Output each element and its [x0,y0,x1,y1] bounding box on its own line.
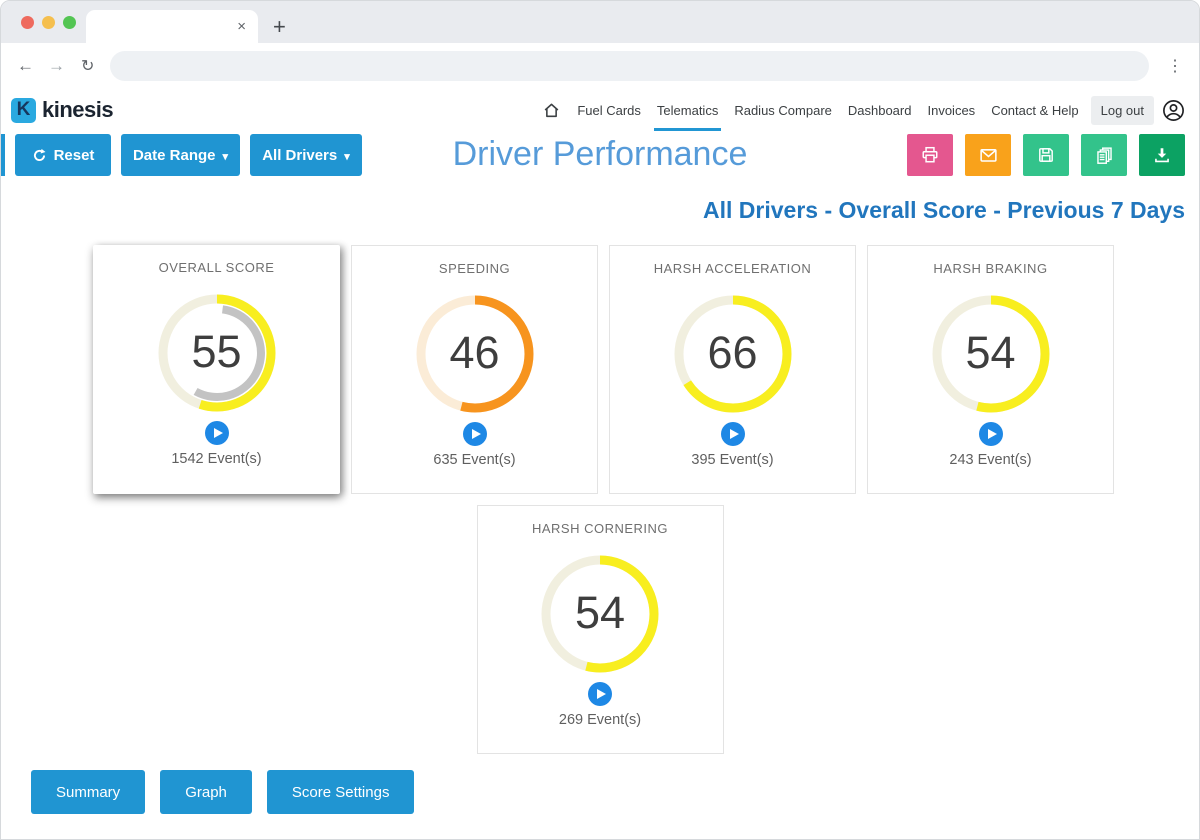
events-count: 1542 Event(s) [93,451,340,467]
new-tab-button[interactable]: + [273,16,286,38]
score-value: 46 [410,327,540,379]
events-count: 635 Event(s) [352,452,597,468]
printer-icon [921,146,939,164]
browser-tab[interactable]: × [86,10,258,43]
play-button[interactable] [721,422,745,446]
kinesis-logo[interactable]: K kinesis [11,97,113,123]
gauge-speeding: 46 [410,289,540,419]
events-count: 395 Event(s) [610,452,855,468]
browser-window: × + ← → ↻ ⋮ K kinesis Fuel Cards Telemat… [0,0,1200,840]
maximize-window-button[interactable] [63,16,76,29]
minimize-window-button[interactable] [42,16,55,29]
copy-button[interactable] [1081,134,1127,176]
score-value: 54 [926,327,1056,379]
back-icon[interactable]: ← [17,56,34,76]
reset-button[interactable]: Reset [15,134,111,176]
site-header: K kinesis Fuel Cards Telematics Radius C… [1,89,1199,131]
card-overall-score[interactable]: OVERALL SCORE 55 1542 Event(s) [93,245,340,494]
all-drivers-label: All Drivers [262,147,337,164]
save-icon [1037,146,1055,164]
card-title: OVERALL SCORE [93,260,340,275]
play-button[interactable] [463,422,487,446]
gauge-harsh-acceleration: 66 [668,289,798,419]
refresh-icon [32,148,47,163]
nav-fuel-cards[interactable]: Fuel Cards [569,89,649,131]
forward-icon[interactable]: → [48,56,65,76]
gauge-harsh-braking: 54 [926,289,1056,419]
card-speeding[interactable]: SPEEDING 46 635 Event(s) [351,245,598,494]
score-settings-button[interactable]: Score Settings [267,770,415,814]
browser-titlebar: × + [1,1,1199,43]
report-subtitle: All Drivers - Overall Score - Previous 7… [1,197,1185,224]
nav-radius-compare[interactable]: Radius Compare [726,89,840,131]
download-icon [1153,146,1171,164]
tab-close-icon[interactable]: × [237,19,246,34]
main-nav: Fuel Cards Telematics Radius Compare Das… [538,89,1199,131]
browser-address-bar-row: ← → ↻ ⋮ [1,43,1199,89]
date-range-label: Date Range [133,147,216,164]
reload-icon[interactable]: ↻ [81,56,94,76]
card-title: HARSH CORNERING [478,521,723,536]
gauge-cards-row-1: OVERALL SCORE 55 1542 Event(s) SPEEDING … [1,245,1199,494]
card-harsh-acceleration[interactable]: HARSH ACCELERATION 66 395 Event(s) [609,245,856,494]
export-actions [907,134,1185,176]
email-button[interactable] [965,134,1011,176]
score-value: 66 [668,327,798,379]
nav-contact-help[interactable]: Contact & Help [983,89,1086,131]
controls-row: Reset Date Range ▾ All Drivers ▾ Driver … [1,131,1199,187]
window-controls [21,16,76,29]
gauge-harsh-cornering: 54 [535,549,665,679]
download-button[interactable] [1139,134,1185,176]
play-button[interactable] [979,422,1003,446]
card-harsh-braking[interactable]: HARSH BRAKING 54 243 Event(s) [867,245,1114,494]
summary-button[interactable]: Summary [31,770,145,814]
card-title: SPEEDING [352,261,597,276]
gauge-overall-score: 55 [152,288,282,418]
brand-name: kinesis [42,97,113,123]
score-value: 55 [152,326,282,378]
card-harsh-cornering[interactable]: HARSH CORNERING 54 269 Event(s) [477,505,724,754]
copy-pages-icon [1095,146,1114,165]
user-avatar-icon[interactable] [1162,99,1185,122]
page-content: Reset Date Range ▾ All Drivers ▾ Driver … [1,131,1199,814]
envelope-icon [979,146,998,165]
print-button[interactable] [907,134,953,176]
date-range-dropdown[interactable]: Date Range ▾ [121,134,240,176]
reset-label: Reset [54,147,95,164]
home-icon[interactable] [538,89,569,131]
card-title: HARSH ACCELERATION [610,261,855,276]
chevron-down-icon: ▾ [223,150,229,163]
logout-button[interactable]: Log out [1091,96,1154,125]
footer-buttons: Summary Graph Score Settings [1,770,1199,814]
nav-invoices[interactable]: Invoices [919,89,983,131]
nav-telematics[interactable]: Telematics [649,89,726,131]
address-input[interactable] [110,51,1149,81]
card-title: HARSH BRAKING [868,261,1113,276]
all-drivers-dropdown[interactable]: All Drivers ▾ [250,134,362,176]
play-button[interactable] [588,682,612,706]
gauge-cards-row-2: HARSH CORNERING 54 269 Event(s) [1,505,1199,754]
graph-button[interactable]: Graph [160,770,252,814]
events-count: 269 Event(s) [478,712,723,728]
events-count: 243 Event(s) [868,452,1113,468]
save-button[interactable] [1023,134,1069,176]
score-value: 54 [535,587,665,639]
nav-dashboard[interactable]: Dashboard [840,89,920,131]
play-button[interactable] [205,421,229,445]
kinesis-logo-icon: K [11,98,36,123]
chevron-down-icon: ▾ [344,150,350,163]
browser-menu-icon[interactable]: ⋮ [1167,56,1183,76]
close-window-button[interactable] [21,16,34,29]
